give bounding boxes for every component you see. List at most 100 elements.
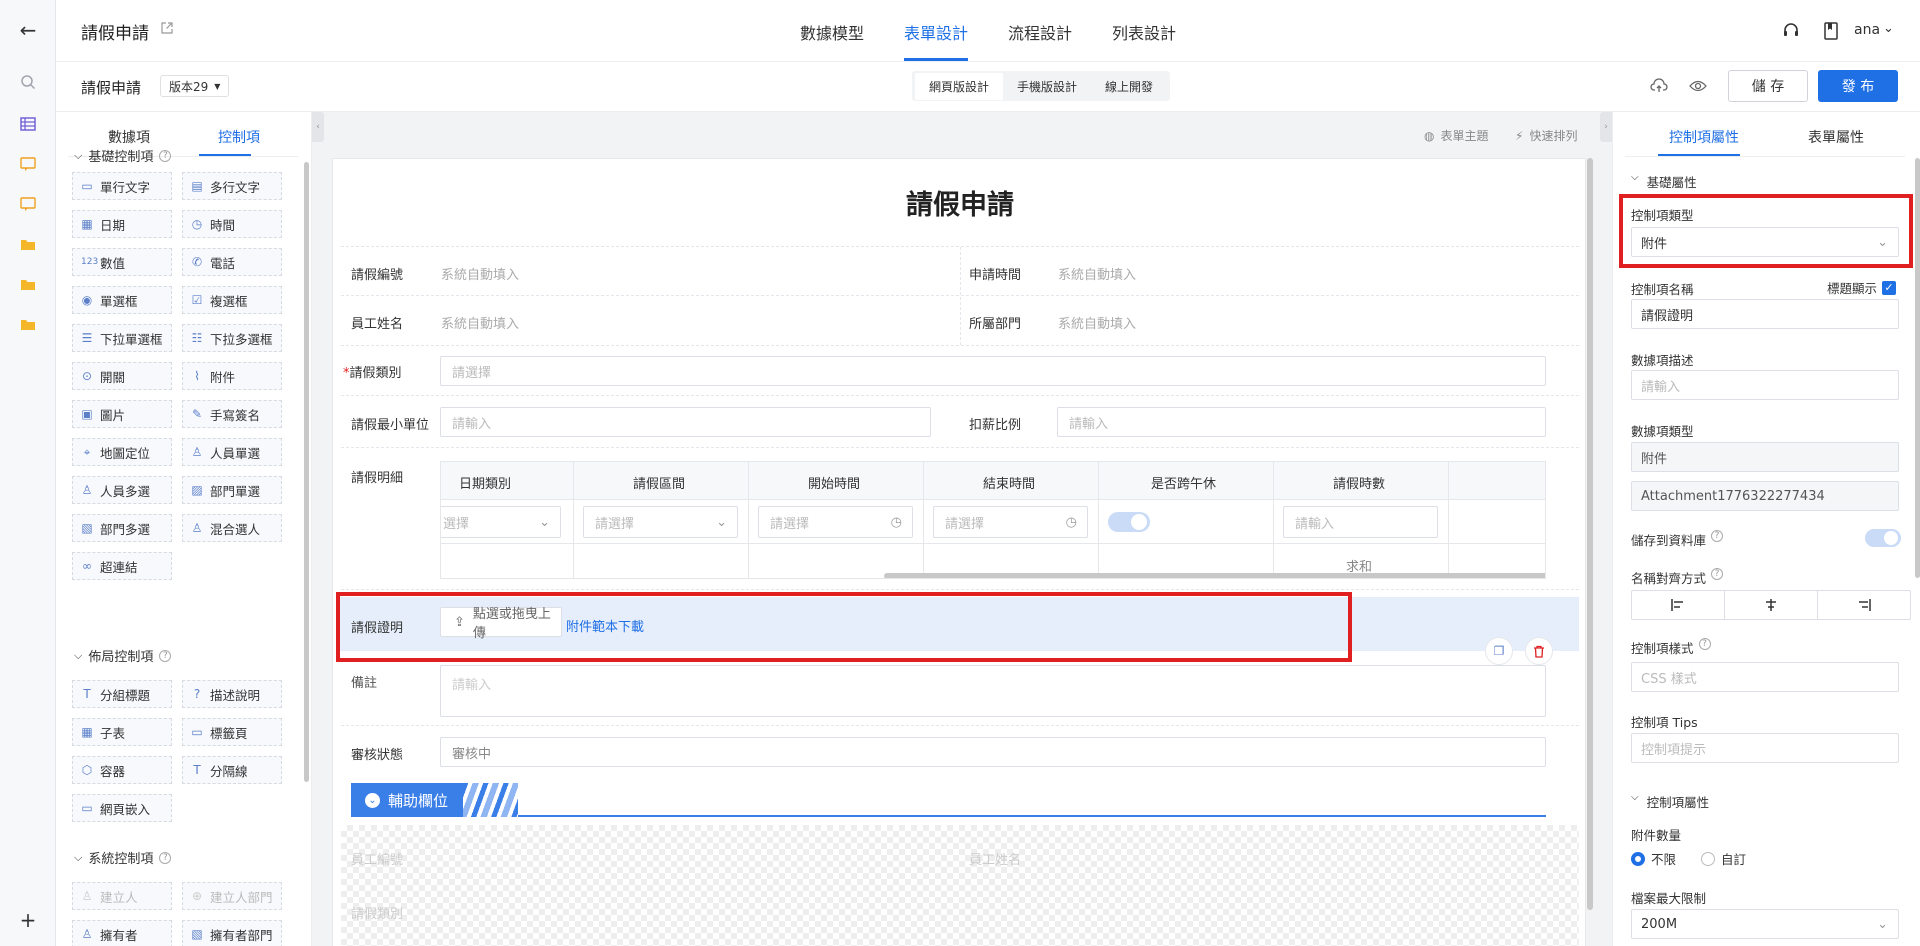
control-number[interactable]: 123 數值: [72, 248, 172, 276]
folder-icon[interactable]: [18, 234, 38, 254]
message-icon[interactable]: [18, 154, 38, 174]
control-single-text[interactable]: ▭ 單行文字: [72, 172, 172, 200]
end-time-picker[interactable]: 請選擇 ◷: [933, 506, 1088, 538]
mode-web[interactable]: 網頁版設計: [915, 72, 1004, 100]
align-center-icon[interactable]: [1725, 591, 1818, 619]
tab-data-items[interactable]: 數據項: [108, 127, 150, 147]
leave-hours-input[interactable]: 請輸入: [1283, 506, 1438, 538]
control-switch[interactable]: ⊙ 開關: [72, 362, 172, 390]
help-icon[interactable]: ?: [159, 851, 172, 864]
control-signature[interactable]: ✎ 手寫簽名: [182, 400, 282, 428]
quick-arrange-button[interactable]: ⚡ 快速排列: [1515, 127, 1577, 144]
control-phone[interactable]: ✆ 電話: [182, 248, 282, 276]
store-db-toggle[interactable]: [1865, 529, 1901, 547]
control-dept-single[interactable]: ▨ 部門單選: [182, 476, 282, 504]
section-system-controls[interactable]: ⌵ 系統控制項?: [74, 848, 172, 867]
control-container[interactable]: ⬡ 容器: [72, 756, 172, 784]
tab-form-design[interactable]: 表單設計: [904, 20, 968, 44]
canvas-scrollbar[interactable]: [1587, 158, 1593, 910]
control-name-input[interactable]: 請假證明: [1631, 299, 1899, 329]
control-group-title[interactable]: T 分組標題: [72, 680, 172, 708]
leave-range-select[interactable]: 請選擇 ⌄: [583, 506, 738, 538]
align-right-icon[interactable]: [1818, 591, 1910, 619]
control-subtable[interactable]: ▦ 子表: [72, 718, 172, 746]
control-dept-multi[interactable]: ▧ 部門多選: [72, 514, 172, 542]
external-link-icon[interactable]: [161, 22, 173, 37]
tab-data-model[interactable]: 數據模型: [800, 20, 864, 44]
save-button[interactable]: 儲 存: [1728, 70, 1808, 102]
date-type-select[interactable]: 選擇 ⌄: [441, 506, 561, 538]
css-style-input[interactable]: CSS 樣式: [1631, 662, 1899, 692]
aux-section-header[interactable]: ⌄ 輔助欄位: [351, 783, 1546, 817]
remark-textarea[interactable]: 請輸入: [440, 665, 1546, 717]
user-menu[interactable]: ana: [1854, 22, 1880, 38]
leave-type-select[interactable]: 請選擇: [440, 356, 1546, 386]
publish-button[interactable]: 發 布: [1818, 70, 1898, 102]
collapse-right-icon[interactable]: ›: [1600, 112, 1612, 142]
control-web-embed[interactable]: ▭ 網頁嵌入: [72, 794, 172, 822]
control-person-single[interactable]: ♙ 人員單選: [182, 438, 282, 466]
add-icon[interactable]: +: [18, 908, 38, 932]
mode-online-dev[interactable]: 線上開發: [1091, 73, 1167, 100]
section-basic-controls[interactable]: ⌵ 基礎控制項?: [74, 146, 172, 165]
table-icon[interactable]: [18, 114, 38, 134]
tab-control-props[interactable]: 控制項屬性: [1669, 127, 1739, 147]
cross-lunch-toggle[interactable]: [1108, 512, 1150, 532]
control-date[interactable]: ▦ 日期: [72, 210, 172, 238]
control-attrs-section[interactable]: ⌵ 控制項屬性: [1631, 792, 1709, 811]
control-owner[interactable]: ♙ 擁有者: [72, 920, 172, 946]
version-select[interactable]: 版本29 ▼: [160, 75, 230, 97]
control-owner-dept[interactable]: ▧ 擁有者部門: [182, 920, 282, 946]
delete-icon[interactable]: [1525, 637, 1553, 665]
control-checkbox[interactable]: ☑ 複選框: [182, 286, 282, 314]
right-panel-scrollbar[interactable]: [1915, 158, 1920, 578]
control-description[interactable]: ? 描述說明: [182, 680, 282, 708]
control-dropdown-multi[interactable]: ☷ 下拉多選框: [182, 324, 282, 352]
control-person-multi[interactable]: ♙ 人員多選: [72, 476, 172, 504]
control-mixed-select[interactable]: ♙ 混合選人: [182, 514, 282, 542]
control-creator[interactable]: ♙ 建立人: [72, 882, 172, 910]
control-attachment[interactable]: ⌇ 附件: [182, 362, 282, 390]
control-tabs[interactable]: ▭ 標籤頁: [182, 718, 282, 746]
max-size-select[interactable]: 200M ⌄: [1631, 909, 1899, 939]
cloud-upload-icon[interactable]: [1650, 78, 1668, 98]
control-map-location[interactable]: ⌖ 地圖定位: [72, 438, 172, 466]
help-icon[interactable]: ?: [1711, 530, 1724, 542]
tab-flow-design[interactable]: 流程設計: [1008, 20, 1072, 44]
control-creator-dept[interactable]: ⊕ 建立人部門: [182, 882, 282, 910]
basic-attrs-section[interactable]: ⌵ 基礎屬性: [1631, 172, 1697, 191]
title-display-toggle[interactable]: 標題顯示 ✓: [1827, 278, 1897, 297]
section-layout-controls[interactable]: ⌵ 佈局控制項?: [74, 646, 172, 665]
form-theme-button[interactable]: ◍ 表單主題: [1424, 127, 1489, 144]
copy-icon[interactable]: ❐: [1485, 637, 1513, 665]
back-arrow-icon[interactable]: ←: [18, 18, 38, 42]
message-icon-2[interactable]: [18, 194, 38, 214]
min-unit-input[interactable]: 請輸入: [440, 407, 931, 437]
control-divider[interactable]: T 分隔線: [182, 756, 282, 784]
chevron-down-icon[interactable]: ⌄: [1883, 21, 1894, 36]
control-image[interactable]: ▣ 圖片: [72, 400, 172, 428]
tab-form-props[interactable]: 表單屬性: [1808, 127, 1864, 147]
deduct-ratio-input[interactable]: 請輸入: [1057, 407, 1546, 437]
control-tips-input[interactable]: 控制項提示: [1631, 733, 1899, 763]
control-time[interactable]: ◷ 時間: [182, 210, 282, 238]
control-dropdown-single[interactable]: ☰ 下拉單選框: [72, 324, 172, 352]
align-left-icon[interactable]: [1632, 591, 1725, 619]
folder-icon-2[interactable]: [18, 274, 38, 294]
collapse-left-icon[interactable]: ‹: [312, 112, 324, 142]
radio-unlimited[interactable]: 不限: [1631, 849, 1676, 868]
headset-icon[interactable]: [1782, 22, 1800, 44]
control-multi-text[interactable]: ▤ 多行文字: [182, 172, 282, 200]
radio-custom[interactable]: 自訂: [1701, 849, 1746, 868]
folder-icon-3[interactable]: [18, 314, 38, 334]
control-radio[interactable]: ◉ 單選框: [72, 286, 172, 314]
subtable-h-scrollbar[interactable]: [884, 573, 1545, 578]
left-panel-scrollbar[interactable]: [304, 162, 309, 782]
help-icon[interactable]: ?: [159, 649, 172, 662]
document-icon[interactable]: [1824, 22, 1838, 44]
help-icon[interactable]: ?: [159, 149, 172, 162]
start-time-picker[interactable]: 請選擇 ◷: [758, 506, 913, 538]
help-icon[interactable]: ?: [1711, 568, 1724, 580]
mode-mobile[interactable]: 手機版設計: [1003, 73, 1091, 100]
tab-controls[interactable]: 控制項: [218, 127, 260, 147]
